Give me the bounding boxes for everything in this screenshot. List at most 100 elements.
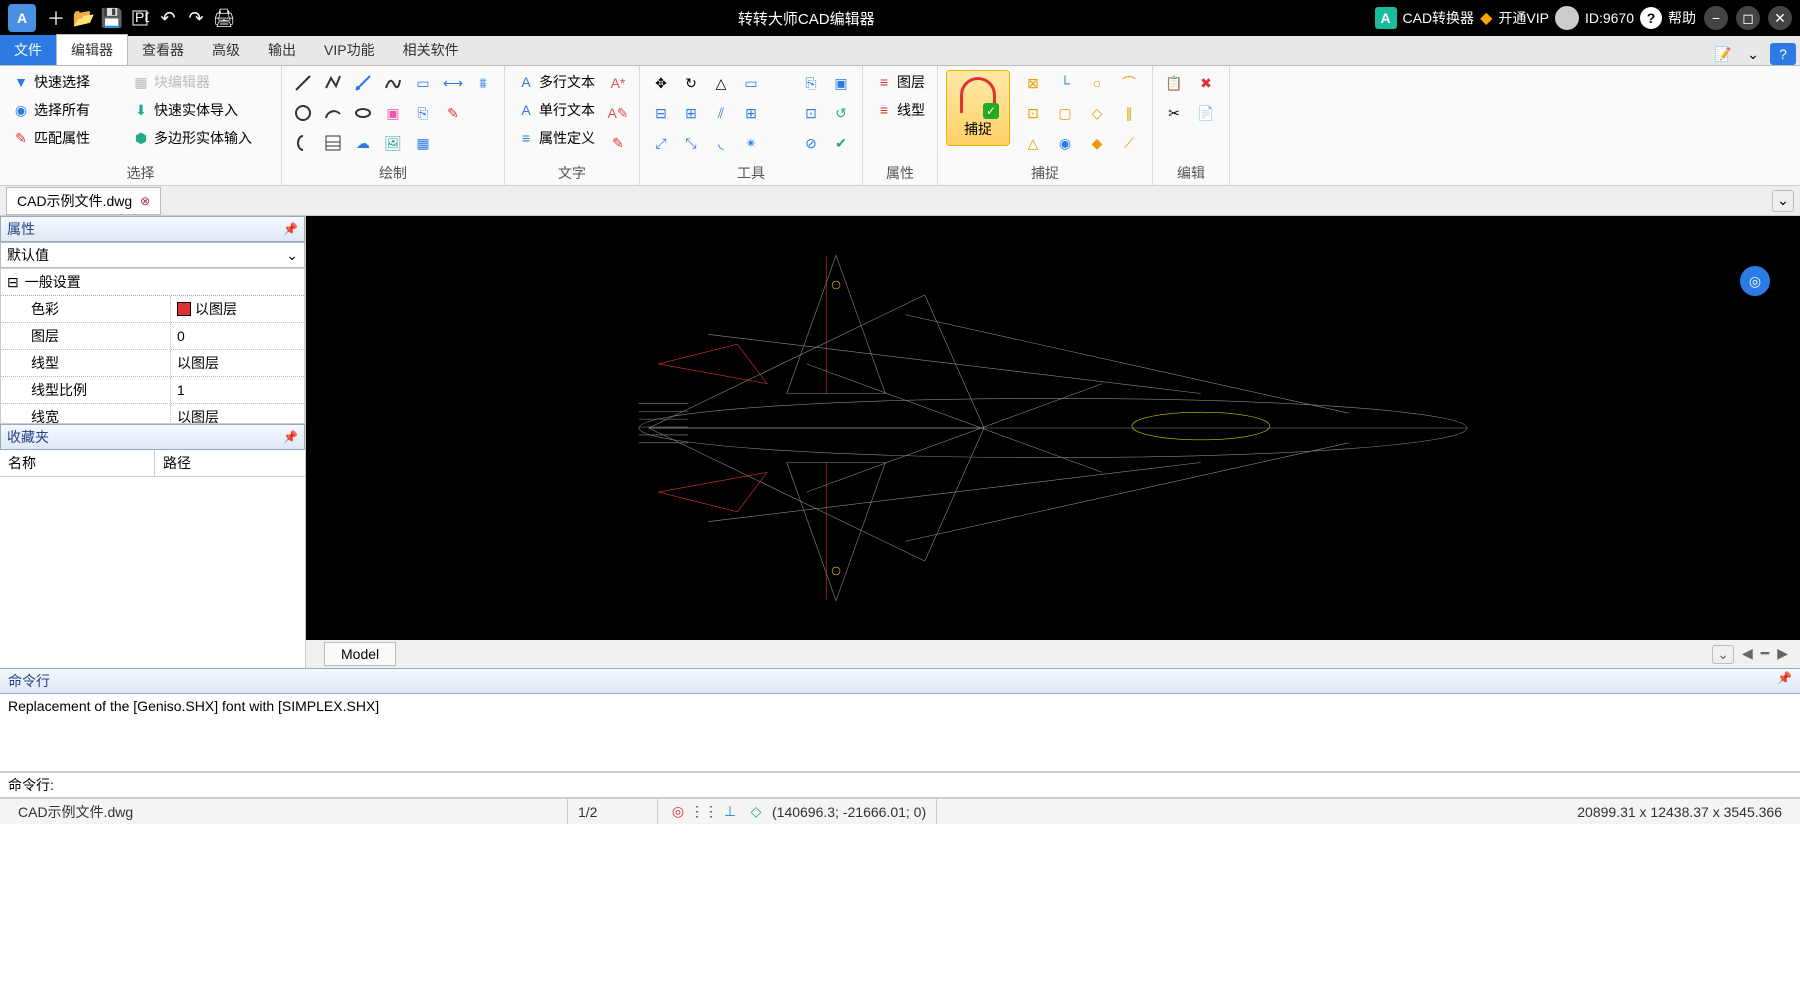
tab-vip[interactable]: VIP功能 [310, 35, 389, 65]
text-style-icon[interactable]: A* [605, 70, 631, 96]
table-icon[interactable]: ▦ [410, 130, 436, 156]
align-icon[interactable]: ⊡ [798, 100, 824, 126]
command-input[interactable] [54, 775, 1792, 795]
rotate-icon[interactable]: ↻ [678, 70, 704, 96]
tab-scroll-dropdown-icon[interactable]: ⌄ [1712, 645, 1734, 664]
extend-icon[interactable]: ⊞ [678, 100, 704, 126]
prop-row-linetype[interactable]: 线型 以图层 [1, 350, 304, 377]
group-icon[interactable]: ▣ [828, 70, 854, 96]
polyline-icon[interactable] [320, 70, 346, 96]
save-icon[interactable]: 💾 [98, 4, 126, 32]
snap-intersection-icon[interactable]: △ [1020, 130, 1046, 156]
image-icon[interactable]: 🖼 [380, 130, 406, 156]
snap-center-icon[interactable]: ◉ [1052, 130, 1078, 156]
spline-icon[interactable] [380, 70, 406, 96]
doc-tab-close-icon[interactable]: ⊗ [140, 194, 150, 208]
refresh-icon[interactable]: ↺ [828, 100, 854, 126]
help-icon[interactable]: ? [1640, 7, 1662, 29]
tab-advanced[interactable]: 高级 [198, 35, 254, 65]
circle-icon[interactable] [290, 100, 316, 126]
command-log[interactable]: Replacement of the [Geniso.SHX] font wit… [0, 694, 1800, 772]
snap-circle-icon[interactable]: ○ [1084, 70, 1110, 96]
status-ortho-icon[interactable]: ⊥ [720, 802, 740, 822]
polygon-input-button[interactable]: ⬢多边形实体输入 [128, 126, 256, 150]
array-icon[interactable]: ⊞ [738, 100, 764, 126]
snap-node-icon[interactable]: ▢ [1052, 100, 1078, 126]
fence-icon[interactable]: ⩩ [470, 70, 496, 96]
help-label[interactable]: 帮助 [1668, 8, 1696, 28]
copy-clip-icon[interactable]: 📋 [1161, 70, 1187, 96]
undo-icon[interactable]: ↶ [154, 4, 182, 32]
open-file-icon[interactable]: 📂 [70, 4, 98, 32]
ellipse-icon[interactable] [350, 100, 376, 126]
revolve-icon[interactable] [290, 130, 316, 156]
line-icon[interactable] [290, 70, 316, 96]
converter-label[interactable]: CAD转换器 [1403, 8, 1475, 28]
prop-row-ltscale[interactable]: 线型比例 1 [1, 377, 304, 404]
copy-icon[interactable]: ⎘ [798, 70, 824, 96]
vip-label[interactable]: 开通VIP [1498, 8, 1549, 28]
select-all-button[interactable]: ◉选择所有 [8, 98, 128, 122]
pdf-icon[interactable]: PDF [126, 4, 154, 32]
purge-icon[interactable]: ⊘ [798, 130, 824, 156]
minimize-icon[interactable]: − [1704, 6, 1728, 30]
break-icon[interactable]: ⫽ [708, 100, 734, 126]
pin-icon[interactable]: 📌 [1777, 671, 1792, 691]
compass-icon[interactable]: ◎ [1740, 266, 1770, 296]
snap-endpoint-icon[interactable]: ⊠ [1020, 70, 1046, 96]
arc-icon[interactable] [320, 100, 346, 126]
snap-toggle-button[interactable]: 捕捉 [946, 70, 1010, 146]
quick-select-button[interactable]: ▼快速选择 [8, 70, 128, 94]
snap-tangent-icon[interactable]: ⌒ [1116, 70, 1142, 96]
insert-icon[interactable]: ⎘ [410, 100, 436, 126]
document-tab[interactable]: CAD示例文件.dwg ⊗ [6, 187, 161, 215]
hatch-icon[interactable] [320, 130, 346, 156]
prop-section[interactable]: ⊟一般设置 [1, 269, 304, 296]
tab-editor[interactable]: 编辑器 [56, 34, 128, 65]
match-props-button[interactable]: ✎匹配属性 [8, 126, 128, 150]
rect-icon[interactable]: ▭ [410, 70, 436, 96]
mirror-icon[interactable]: △ [708, 70, 734, 96]
snap-extension-icon[interactable]: ⟋ [1116, 130, 1142, 156]
drawing-canvas[interactable]: ◎ [306, 216, 1800, 640]
cut-icon[interactable]: ✂ [1161, 100, 1187, 126]
ribbon-collapse-icon[interactable]: ⌄ [1740, 43, 1766, 65]
move-icon[interactable]: ✥ [648, 70, 674, 96]
mtext-button[interactable]: A多行文本 [513, 70, 599, 94]
snap-perpendicular-icon[interactable]: └ [1052, 70, 1078, 96]
prop-row-layer[interactable]: 图层 0 [1, 323, 304, 350]
stext-button[interactable]: A单行文本 [513, 98, 599, 122]
delete-icon[interactable]: ✖ [1193, 70, 1219, 96]
text-find-icon[interactable]: ✎ [605, 130, 631, 156]
pin-icon[interactable]: 📌 [283, 430, 298, 444]
new-file-icon[interactable]: ＋ [42, 4, 70, 32]
cloud-icon[interactable]: ☁ [350, 130, 376, 156]
vip-diamond-icon[interactable]: ◆ [1480, 8, 1492, 28]
model-tab[interactable]: Model [324, 642, 396, 666]
properties-filter-select[interactable]: 默认值 ⌄ [0, 242, 305, 268]
tab-file[interactable]: 文件 [0, 35, 56, 65]
stretch-icon[interactable]: ⤢ [648, 130, 674, 156]
offset-icon[interactable]: ▭ [738, 70, 764, 96]
status-grid-icon[interactable]: ⋮⋮ [694, 802, 714, 822]
explode-icon[interactable]: ✴ [738, 130, 764, 156]
dimension-icon[interactable]: ⟷ [440, 70, 466, 96]
attdef-button[interactable]: ≡属性定义 [513, 126, 599, 150]
snap-nearest-icon[interactable]: ◆ [1084, 130, 1110, 156]
fast-import-button[interactable]: ⬇快速实体导入 [128, 98, 256, 122]
tab-viewer[interactable]: 查看器 [128, 35, 198, 65]
block-icon[interactable]: ▣ [380, 100, 406, 126]
snap-quadrant-icon[interactable]: ◇ [1084, 100, 1110, 126]
scale-icon[interactable]: ⤡ [678, 130, 704, 156]
ribbon-setting-icon[interactable]: 📝 [1710, 43, 1736, 65]
doctab-dropdown-icon[interactable]: ⌄ [1772, 190, 1794, 212]
snap-parallel-icon[interactable]: ∥ [1116, 100, 1142, 126]
favorites-col-name[interactable]: 名称 [0, 450, 155, 476]
fillet-icon[interactable]: ◟ [708, 130, 734, 156]
favorites-col-path[interactable]: 路径 [155, 450, 199, 476]
status-locate-icon[interactable]: ◎ [668, 802, 688, 822]
tab-related[interactable]: 相关软件 [389, 35, 473, 65]
text-edit-icon[interactable]: A✎ [605, 100, 631, 126]
linetype-button[interactable]: ≡线型 [871, 98, 929, 122]
trim-icon[interactable]: ⊟ [648, 100, 674, 126]
